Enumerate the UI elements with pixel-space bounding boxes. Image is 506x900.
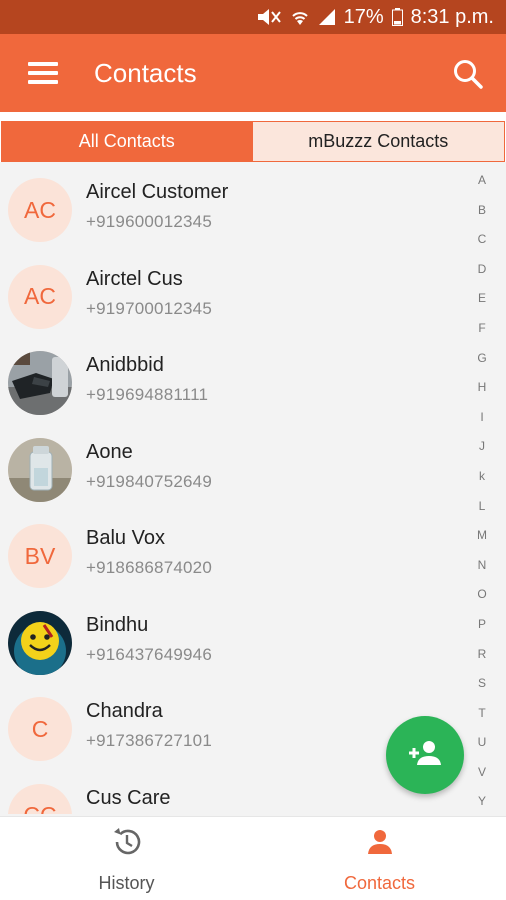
contact-name: Chandra <box>86 700 163 722</box>
add-contact-button[interactable] <box>386 716 464 794</box>
index-letter[interactable]: P <box>478 610 486 640</box>
index-letter[interactable]: M <box>477 521 487 551</box>
index-letter[interactable]: G <box>477 344 486 374</box>
index-letter[interactable]: Y <box>478 787 486 817</box>
avatar: CC <box>8 783 72 814</box>
avatar-photo <box>8 351 72 415</box>
index-letter[interactable]: k <box>479 462 485 492</box>
contact-phone: +919600012345 <box>86 212 212 231</box>
index-letter[interactable]: A <box>478 166 486 196</box>
index-letter[interactable]: C <box>478 225 487 255</box>
avatar: AC <box>8 264 72 329</box>
contact-phone: +919694881111 <box>86 385 209 404</box>
wifi-icon <box>290 8 310 26</box>
avatar: C <box>8 697 72 761</box>
nav-history[interactable]: History <box>0 817 253 900</box>
contact-name: Aircel Customer <box>86 181 229 203</box>
index-letter[interactable]: I <box>480 403 483 433</box>
contact-row[interactable]: Anidbbid +919694881111 <box>0 335 470 422</box>
nav-contacts-label: Contacts <box>343 873 416 893</box>
index-letter[interactable]: S <box>478 669 486 699</box>
search-icon[interactable] <box>452 58 484 90</box>
contact-phone: +918686874020 <box>86 558 212 577</box>
alphabet-index[interactable]: A B C D E F G H I J k L M N O P R S T U … <box>472 166 492 817</box>
contact-phone: +919700012345 <box>86 298 212 318</box>
index-letter[interactable]: N <box>478 551 487 581</box>
tab-mbuzzz-contacts[interactable]: mBuzzz Contacts <box>252 121 505 162</box>
contact-row[interactable]: BV Balu Vox +918686874020 <box>0 508 470 595</box>
nav-history-label: History <box>98 873 155 893</box>
clock: 8:31 p.m. <box>410 5 494 28</box>
contact-row[interactable]: Aone +919840752649 <box>0 422 470 509</box>
signal-icon <box>318 8 336 26</box>
contact-phone: +919840752649 <box>86 471 212 491</box>
index-letter[interactable]: R <box>478 640 487 670</box>
contact-name: Aone <box>86 440 133 463</box>
battery-icon <box>391 8 403 26</box>
app-bar: Contacts <box>0 34 506 112</box>
avatar-photo <box>8 610 72 675</box>
contact-row[interactable]: AC Airctel Cus +919700012345 <box>0 249 470 336</box>
index-letter[interactable]: B <box>478 196 486 226</box>
avatar: BV <box>8 524 72 588</box>
person-icon <box>366 825 394 859</box>
index-letter[interactable]: U <box>478 728 487 758</box>
history-icon <box>111 825 143 859</box>
contact-row[interactable]: AC Aircel Customer +919600012345 <box>0 162 470 249</box>
contact-name: Balu Vox <box>86 527 165 549</box>
index-letter[interactable]: D <box>478 255 487 285</box>
battery-percent: 17% <box>343 5 384 28</box>
mute-icon <box>256 8 282 26</box>
index-letter[interactable]: V <box>478 758 486 788</box>
contact-list[interactable]: AC Aircel Customer +919600012345 AC Airc… <box>0 162 470 814</box>
contact-name: Cus Care <box>86 786 171 809</box>
index-letter[interactable]: F <box>478 314 485 344</box>
contact-name: Bindhu <box>86 613 149 636</box>
index-letter[interactable]: J <box>479 432 485 462</box>
index-letter[interactable]: H <box>478 373 487 403</box>
contact-phone: +917386727101 <box>86 731 212 750</box>
menu-icon[interactable] <box>28 62 58 86</box>
contact-name: Anidbbid <box>86 354 164 376</box>
index-letter[interactable]: E <box>478 284 486 314</box>
index-letter[interactable]: L <box>479 492 486 522</box>
contact-name: Airctel Cus <box>86 267 183 290</box>
avatar-photo <box>8 437 72 502</box>
contact-phone: +916437649946 <box>86 644 212 664</box>
avatar: AC <box>8 178 72 242</box>
status-bar: 17% 8:31 p.m. <box>0 0 506 34</box>
add-contact-icon <box>407 739 443 772</box>
index-letter[interactable]: T <box>478 699 485 729</box>
nav-contacts[interactable]: Contacts <box>253 817 506 900</box>
contact-tabs: All Contacts mBuzzz Contacts <box>0 112 506 162</box>
bottom-nav: History Contacts <box>0 816 506 900</box>
index-letter[interactable]: O <box>477 580 486 610</box>
page-title: Contacts <box>94 58 197 88</box>
contact-row[interactable]: Bindhu +916437649946 <box>0 595 470 682</box>
tab-all-contacts[interactable]: All Contacts <box>1 121 253 162</box>
